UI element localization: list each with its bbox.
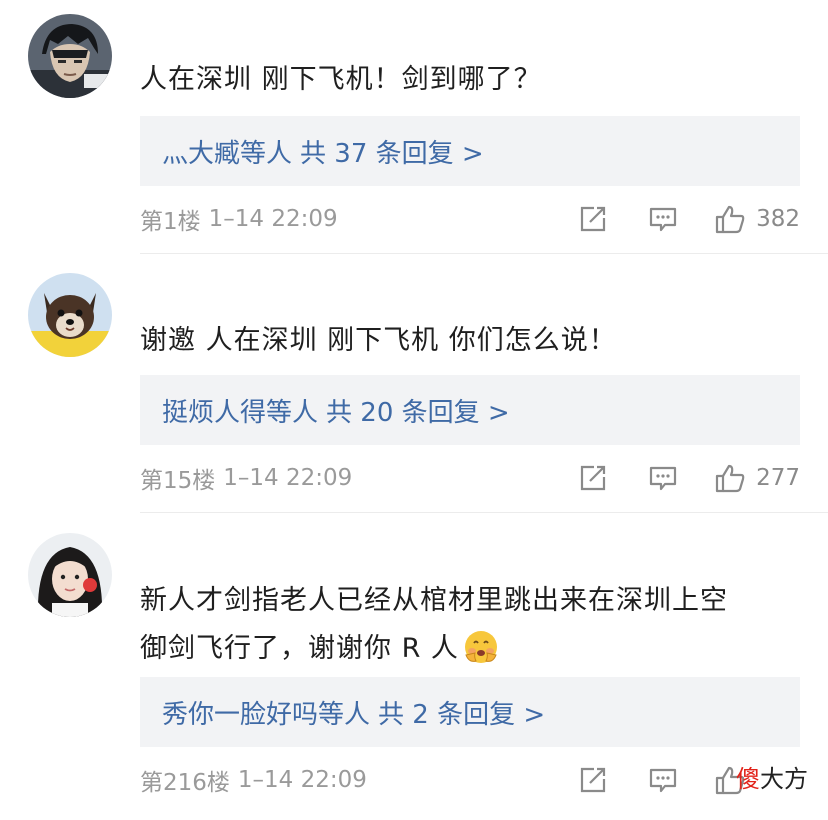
- like-count: 382: [756, 206, 800, 232]
- user-avatar[interactable]: [28, 273, 112, 357]
- comment-text-line: 新人才剑指老人已经从棺材里跳出来在深圳上空: [140, 585, 728, 616]
- comment-item: 人在深圳 刚下飞机！剑到哪了？ 灬大臧等人 共 37 条回复 > 第1楼 1–1…: [0, 0, 828, 255]
- timestamp: 1–14 22:09: [237, 767, 367, 793]
- comment-meta: 第216楼 1–14 22:09: [140, 760, 800, 800]
- comment-text: 新人才剑指老人已经从棺材里跳出来在深圳上空 御剑飞行了，谢谢你 R 人: [140, 577, 798, 681]
- share-icon[interactable]: [578, 463, 608, 493]
- watermark-red-char: 傻: [736, 765, 760, 793]
- reply-users: 挺烦人得等人: [162, 397, 319, 428]
- blushing-hands-emoji-icon: [463, 629, 499, 681]
- comment-item: 谢邀 人在深圳 刚下飞机 你们怎么说！ 挺烦人得等人 共 20 条回复 > 第1…: [0, 255, 828, 515]
- reply-count: 共 37 条回复 >: [300, 138, 484, 169]
- watermark: 傻大方: [736, 759, 808, 794]
- floor-number: 第15楼: [140, 468, 216, 494]
- comment-text-line: 御剑飞行了，谢谢你 R 人: [140, 625, 798, 681]
- comment-actions: 382: [578, 199, 800, 239]
- share-icon[interactable]: [578, 765, 608, 795]
- like-count: 277: [756, 465, 800, 491]
- divider: [140, 512, 828, 513]
- timestamp: 1–14 22:09: [223, 465, 353, 491]
- share-icon[interactable]: [578, 204, 608, 234]
- anime-boy-avatar: [28, 14, 112, 98]
- comment-icon[interactable]: [648, 463, 678, 493]
- comment-icon[interactable]: [648, 765, 678, 795]
- view-replies-button[interactable]: 灬大臧等人 共 37 条回复 >: [140, 116, 800, 186]
- comment-icon[interactable]: [648, 204, 678, 234]
- divider: [140, 253, 828, 254]
- girl-avatar: [28, 533, 112, 617]
- comment-text: 人在深圳 刚下飞机！剑到哪了？: [140, 64, 542, 95]
- comment-text-line2: 御剑飞行了，谢谢你 R 人: [140, 633, 459, 664]
- reply-count: 共 2 条回复 >: [378, 699, 546, 730]
- puppy-avatar: [28, 273, 112, 357]
- floor-number: 第1楼: [140, 209, 201, 235]
- reply-users: 灬大臧等人: [162, 138, 293, 169]
- comment-actions: 277: [578, 458, 800, 498]
- comment-item: 新人才剑指老人已经从棺材里跳出来在深圳上空 御剑飞行了，谢谢你 R 人 秀你一脸…: [0, 515, 828, 820]
- view-replies-button[interactable]: 挺烦人得等人 共 20 条回复 >: [140, 375, 800, 445]
- comment-meta: 第15楼 1–14 22:09 277: [140, 458, 800, 498]
- like-icon[interactable]: [714, 204, 746, 234]
- reply-count: 共 20 条回复 >: [326, 397, 510, 428]
- comment-meta: 第1楼 1–14 22:09 382: [140, 199, 800, 239]
- comment-text: 谢邀 人在深圳 刚下飞机 你们怎么说！: [140, 325, 617, 356]
- watermark-text: 大方: [760, 765, 808, 793]
- timestamp: 1–14 22:09: [208, 206, 338, 232]
- floor-number: 第216楼: [140, 770, 230, 796]
- user-avatar[interactable]: [28, 533, 112, 617]
- reply-users: 秀你一脸好吗等人: [162, 699, 371, 730]
- view-replies-button[interactable]: 秀你一脸好吗等人 共 2 条回复 >: [140, 677, 800, 747]
- like-icon[interactable]: [714, 463, 746, 493]
- user-avatar[interactable]: [28, 14, 112, 98]
